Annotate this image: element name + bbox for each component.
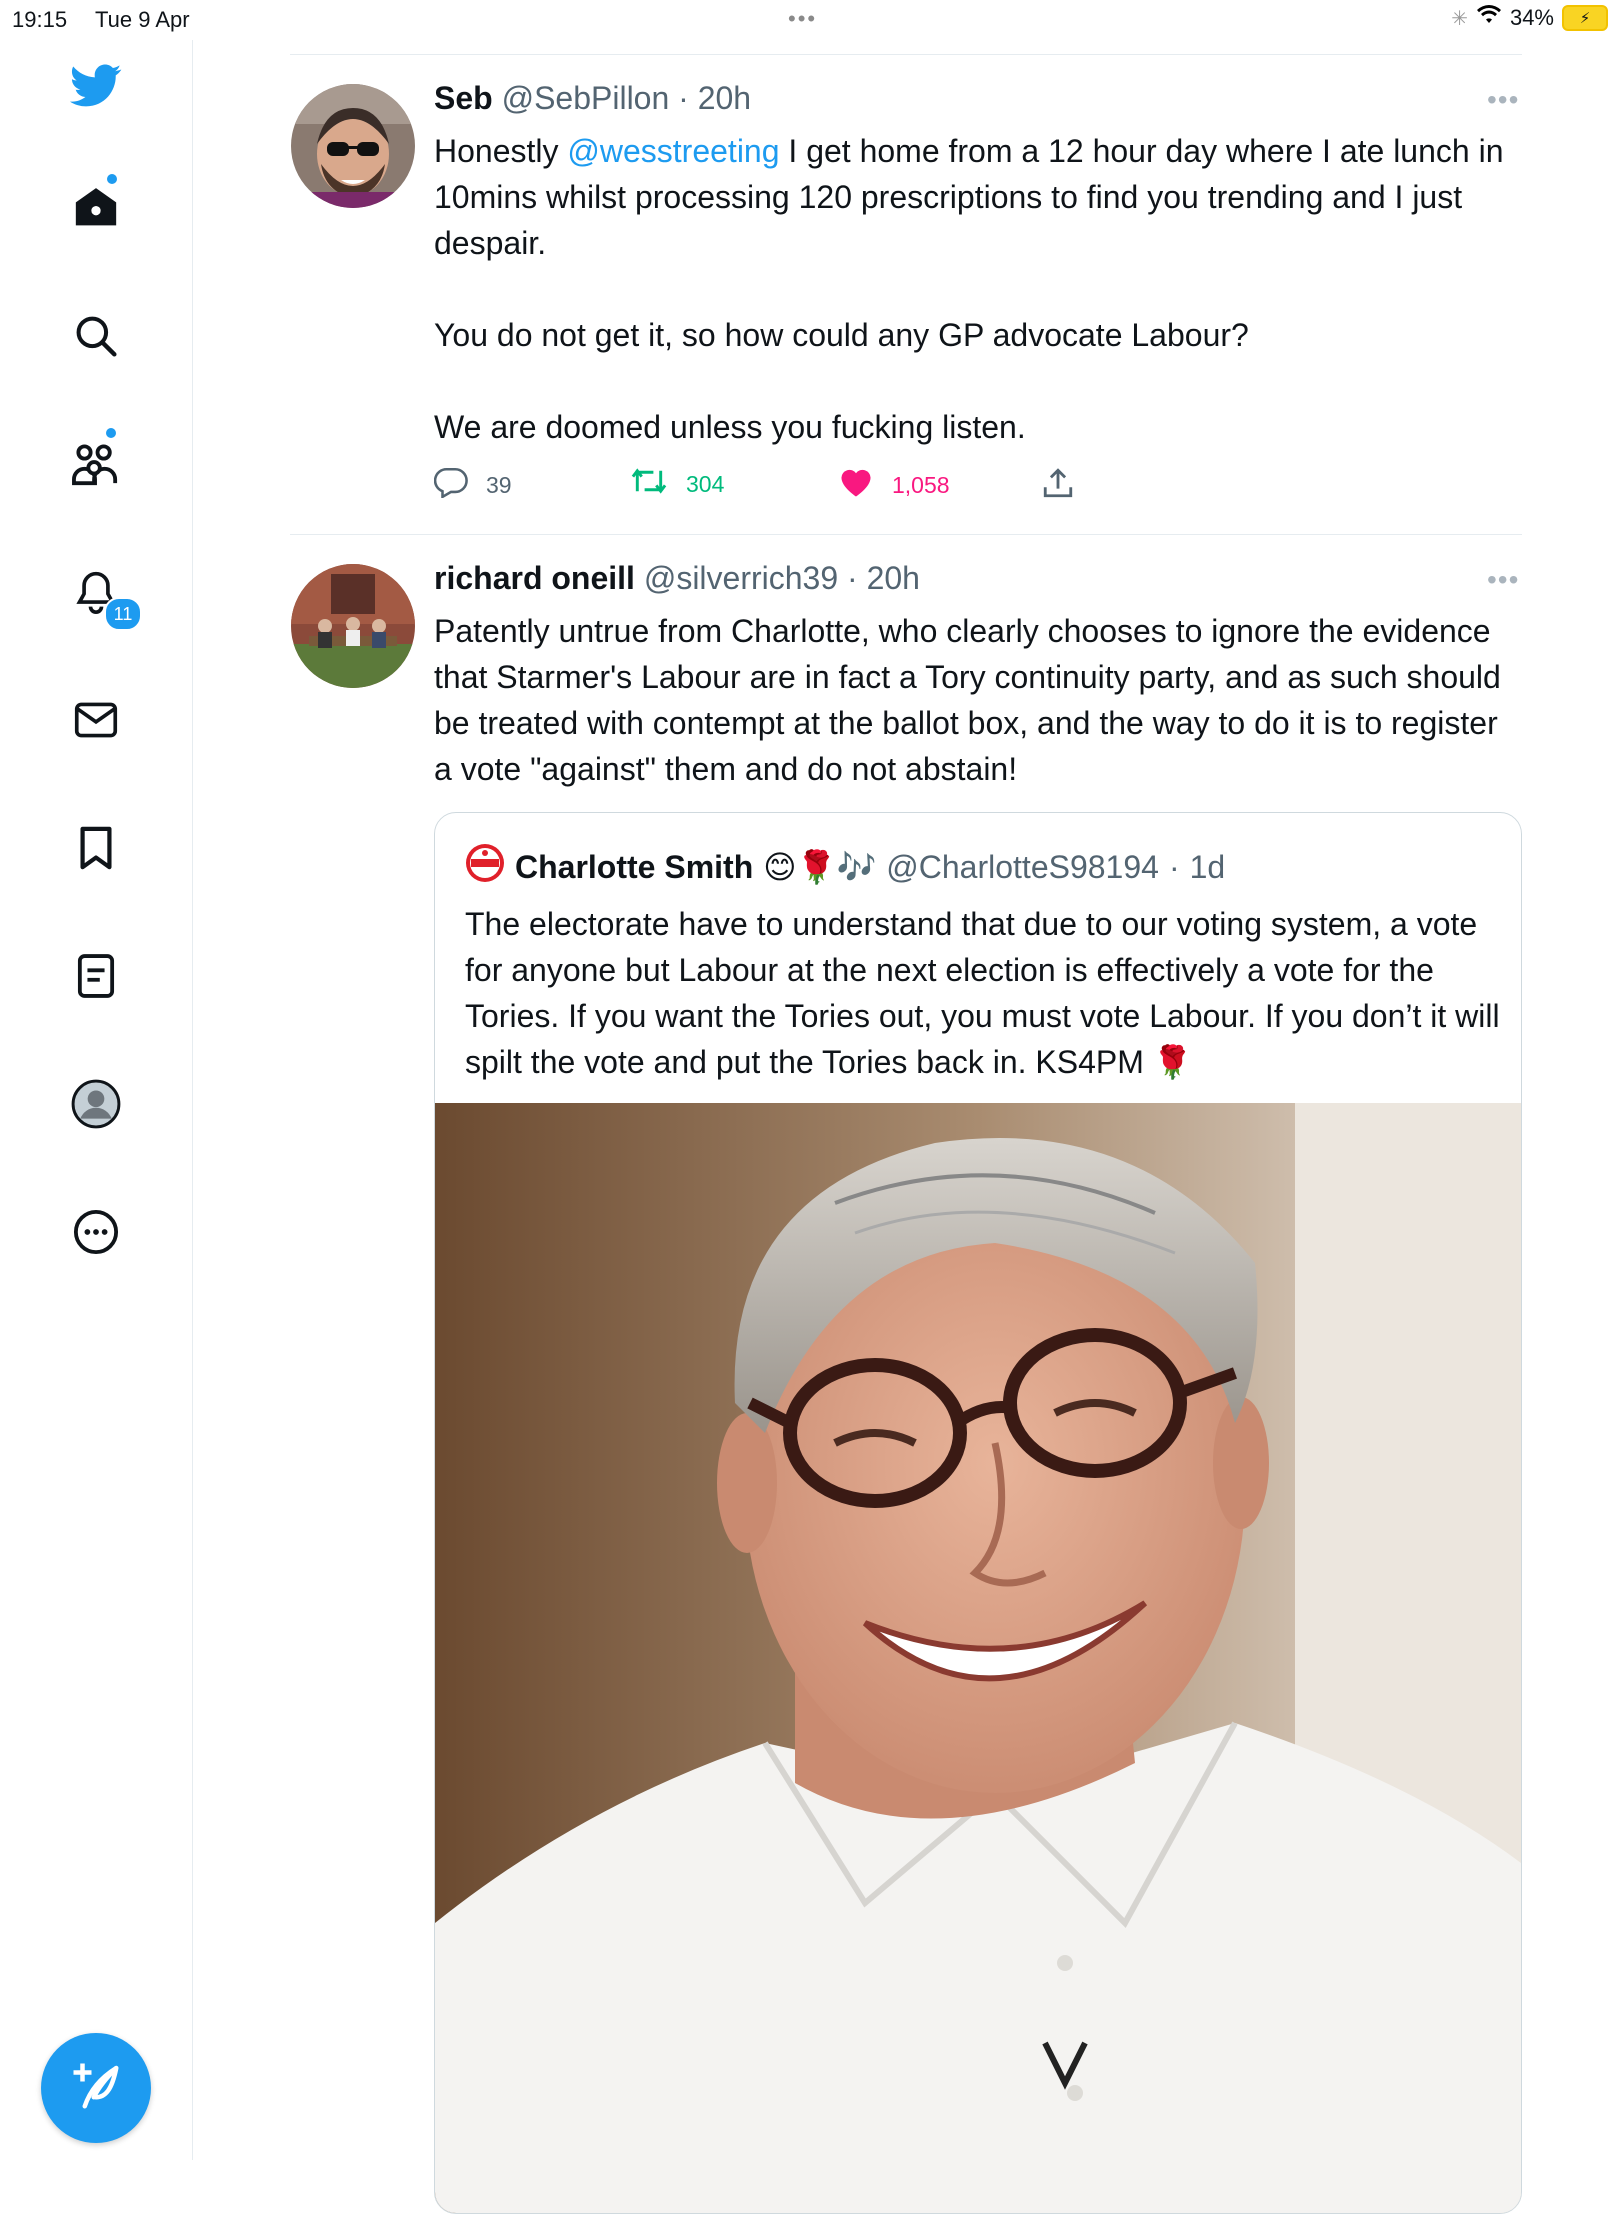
share-button[interactable] [1042,466,1074,506]
mention-link[interactable]: @wesstreeting [567,133,779,169]
share-icon [1042,466,1074,506]
author-handle[interactable]: @silverrich39 [644,560,838,596]
separator: · [669,80,698,116]
like-button[interactable]: 1,058 [838,466,950,504]
tweet-text-part: I get home from a 12 hour day where I at… [434,133,1504,445]
quoted-tweet-header: Charlotte Smith 😊🌹🎶 @CharlotteS98194 · 1… [465,843,1225,891]
like-count: 1,058 [892,471,950,498]
feed-divider-top [290,54,1522,55]
reply-button[interactable]: 39 [433,466,512,504]
quoted-author-emojis: 😊🌹🎶 [763,849,877,885]
author-name[interactable]: richard oneill [434,560,635,596]
tweet-text: Honestly @wesstreeting I get home from a… [434,128,1524,450]
quoted-author-handle[interactable]: @CharlotteS98194 [886,849,1159,886]
home-unread-dot [107,174,117,184]
reply-icon [433,466,468,504]
sidebar-item-messages[interactable] [70,696,122,748]
battery-percent: 34% [1509,5,1554,30]
separator: · [838,560,867,596]
multitasking-dots[interactable]: ••• [788,6,817,32]
sidebar-item-home[interactable] [70,183,122,235]
retweet-count: 304 [686,470,725,497]
tweet-time[interactable]: 20h [867,560,920,596]
seb-avatar[interactable] [291,84,415,208]
avatar-icon [71,1079,121,1134]
quoted-tweet-text: The electorate have to understand that d… [465,906,1509,1080]
status-date: Tue 9 Apr [95,7,190,32]
list-icon [77,953,115,1004]
compose-icon [69,2059,123,2118]
quoted-author-name[interactable]: Charlotte Smith [515,849,753,886]
more-circle-icon [73,1209,119,1260]
tweet-time[interactable]: 20h [698,80,751,116]
communities-unread-dot [106,428,116,438]
separator: · [1168,848,1180,885]
sidebar-item-more[interactable] [70,1208,122,1260]
notifications-badge: 11 [104,597,142,631]
status-bar: 19:15 Tue 9 Apr ••• ✳ 34% ⚡ [0,0,1620,40]
home-icon [73,185,119,234]
tweet-more-button[interactable]: ••• [1487,564,1519,596]
sidebar-item-lists[interactable] [70,952,122,1004]
people-icon [71,441,121,492]
bookmark-icon [78,825,114,876]
quoted-tweet[interactable]: Charlotte Smith 😊🌹🎶 @CharlotteS98194 · 1… [434,812,1522,2214]
sidebar-item-communities[interactable] [70,440,122,492]
battery-icon: ⚡ [1562,5,1608,31]
sidebar-item-profile[interactable] [70,1079,122,1134]
heart-icon [838,466,874,504]
twitter-logo-icon[interactable] [70,60,122,112]
quoted-tweet-time[interactable]: 1d [1190,849,1226,886]
wifi-icon [1476,5,1502,31]
sidebar-item-bookmarks[interactable] [70,824,122,876]
compose-tweet-button[interactable] [41,2033,151,2143]
status-time: 19:15 [12,7,68,32]
retweet-icon [630,466,668,502]
sidebar-item-explore[interactable] [70,312,122,364]
envelope-icon [74,700,118,745]
tweet-more-button[interactable]: ••• [1487,84,1519,116]
tweet-text-part: Honestly [434,133,568,169]
status-right: ✳ 34% ⚡ [1451,5,1608,31]
richard-avatar[interactable] [291,564,415,688]
charlotte-avatar[interactable] [465,843,505,891]
feed-divider [290,534,1522,535]
author-handle[interactable]: @SebPillon [502,80,670,116]
sidebar: 11 [0,40,193,2160]
author-name[interactable]: Seb [434,80,493,116]
retweet-button[interactable]: 304 [630,466,724,502]
tweet-text: Patently untrue from Charlotte, who clea… [434,613,1510,787]
tweet-header: richard oneill @silverrich39 · 20h [434,560,920,597]
loading-icon: ✳ [1451,7,1468,30]
tweet-header: Seb @SebPillon · 20h [434,80,751,117]
reply-count: 39 [486,471,512,498]
quoted-tweet-photo[interactable] [435,1103,1521,2213]
search-icon [74,314,118,363]
